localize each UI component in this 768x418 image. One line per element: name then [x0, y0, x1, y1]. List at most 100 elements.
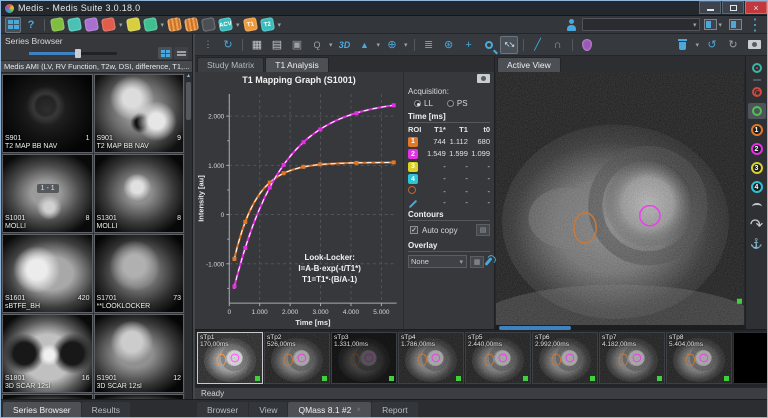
grid-view-button[interactable]	[158, 47, 172, 59]
overlay-grid-button[interactable]: ▦	[470, 256, 484, 268]
series-thumbnail[interactable]: S1601420sBTFE_BH	[2, 234, 93, 313]
table-row[interactable]: - - -	[408, 185, 490, 197]
roi-1-tool-button[interactable]: 1	[748, 122, 766, 138]
table-row[interactable]: 3 - - -	[408, 160, 490, 173]
layers-button[interactable]: ≣	[420, 36, 438, 54]
mri-image-viewport[interactable]	[496, 72, 744, 325]
app-icon-6[interactable]	[142, 17, 157, 32]
filmstrip-thumbnail[interactable]: sTp52.440,00ms	[465, 332, 531, 384]
epicardial-contour-button[interactable]	[748, 84, 766, 100]
hscrollbar-thumb[interactable]	[499, 326, 571, 330]
list-view-button[interactable]	[174, 47, 188, 59]
table-row[interactable]: 4 - - -	[408, 173, 490, 186]
close-button[interactable]: ×	[745, 1, 767, 14]
roi-3-tool-button[interactable]: 3	[748, 160, 766, 176]
tab-t1-analysis[interactable]: T1 Analysis	[265, 57, 328, 72]
wrench-icon[interactable]	[484, 257, 492, 266]
more-options-button[interactable]: ⋮	[747, 17, 763, 33]
tab-series-browser[interactable]: Series Browser	[3, 402, 81, 417]
qmass-button[interactable]: Q	[308, 36, 326, 54]
tab-qmass[interactable]: QMass 8.1 #2×	[288, 402, 371, 417]
chevron-down-icon[interactable]: ▾	[377, 41, 381, 49]
filmstrip-thumbnail[interactable]: sTp85.404,00ms	[666, 332, 732, 384]
filmstrip-thumbnail[interactable]: sTp2526,00ms	[264, 332, 330, 384]
filmstrip-thumbnail[interactable]: sTp1170,00ms	[197, 332, 263, 384]
app-icon-1[interactable]	[50, 17, 65, 32]
measure-tool-button[interactable]: ╱	[529, 36, 547, 54]
cone-tool-button[interactable]: ▲	[356, 36, 374, 54]
endocardial-contour-button[interactable]	[748, 103, 766, 119]
radio-ps[interactable]: PS	[447, 99, 468, 108]
app-icon-8[interactable]	[184, 17, 199, 32]
tab-study-matrix[interactable]: Study Matrix	[197, 57, 264, 72]
toolbar-handle[interactable]: ⋮	[199, 36, 217, 54]
series-thumbnail[interactable]: S170173**LOOKLOCKER	[94, 234, 185, 313]
anchor-button[interactable]: ⚓	[748, 236, 766, 252]
app-icon-acv[interactable]: ACV	[218, 17, 233, 32]
chevron-down-icon[interactable]: ▾	[119, 21, 123, 29]
tab-browser[interactable]: Browser	[197, 402, 248, 417]
t1-mapping-chart[interactable]: 01.0002.0003.0004.0005.000-1.00001.0002.…	[195, 86, 403, 329]
redo-button[interactable]: ↻	[724, 36, 742, 54]
image-hscrollbar[interactable]	[495, 325, 745, 329]
series-thumbnail[interactable]	[94, 394, 185, 399]
zoom-tool-button[interactable]: ↖↘	[500, 36, 518, 54]
delete-button[interactable]	[673, 36, 691, 54]
app-icon-2[interactable]	[67, 17, 82, 32]
app-icon-9[interactable]	[201, 17, 216, 32]
study-matrix-button[interactable]: ▦	[248, 36, 266, 54]
phase-tool-button[interactable]	[748, 60, 766, 76]
curve-arrow-button[interactable]: ↷	[748, 217, 766, 233]
app-icon-3[interactable]	[84, 17, 99, 32]
roi-2-tool-button[interactable]: 2	[748, 141, 766, 157]
settings-gear-button[interactable]: ⊛	[440, 36, 458, 54]
app-icon-t2[interactable]: T2	[260, 17, 275, 32]
chevron-down-icon[interactable]: ▾	[329, 41, 333, 49]
overlay-select[interactable]: None▾	[408, 255, 467, 268]
radio-ll[interactable]: LL	[414, 99, 433, 108]
protect-button[interactable]	[578, 36, 596, 54]
app-icon-t1[interactable]: T1	[243, 17, 258, 32]
roi-4-tool-button[interactable]: 4	[748, 179, 766, 195]
series-thumbnail[interactable]: S13018MOLLI	[94, 154, 185, 233]
app-icon-4[interactable]	[101, 17, 116, 32]
filmstrip-thumbnail[interactable]: sTp62.992,00ms	[532, 332, 598, 384]
tab-view[interactable]: View	[249, 402, 287, 417]
table-row[interactable]: - - -	[408, 197, 490, 208]
chevron-down-icon[interactable]: ▾	[404, 41, 408, 49]
chevron-down-icon[interactable]: ▾	[695, 41, 699, 49]
image-view-button[interactable]: ▣	[288, 36, 306, 54]
table-row[interactable]: 1 744 1.112 680	[408, 135, 490, 148]
globe-tool-button[interactable]: ⊕	[383, 36, 401, 54]
arc-tool-button[interactable]	[748, 198, 766, 214]
contour-tool-button[interactable]: ∩	[549, 36, 567, 54]
app-icon-5[interactable]	[125, 17, 140, 32]
close-icon[interactable]: ×	[356, 405, 361, 414]
filmstrip-thumbnail[interactable]: sTp74.182,00ms	[599, 332, 665, 384]
magnify-tool-button[interactable]	[480, 36, 498, 54]
user-icon[interactable]	[566, 19, 578, 31]
series-thumbnail[interactable]: S9019T2 MAP BB NAV	[94, 74, 185, 153]
tab-report[interactable]: Report	[372, 402, 418, 417]
reset-layout-button[interactable]	[727, 17, 743, 33]
graph-snapshot-button[interactable]	[477, 74, 490, 83]
copy-contours-button[interactable]: ▤	[476, 224, 490, 236]
series-thumbnail[interactable]: 1 - 1 S10018MOLLI	[2, 154, 93, 233]
tab-active-view[interactable]: Active View	[497, 57, 561, 72]
scroll-up-icon[interactable]: ▴	[187, 73, 190, 80]
layout-button[interactable]	[5, 17, 21, 33]
pan-tool-button[interactable]: +	[460, 36, 478, 54]
three-d-button[interactable]: 3D	[336, 36, 354, 54]
reset-view-button[interactable]: ↻	[219, 36, 237, 54]
chevron-down-icon[interactable]: ▾	[161, 21, 165, 29]
series-thumbnail[interactable]	[2, 394, 93, 399]
chevron-down-icon[interactable]: ▾	[236, 21, 240, 29]
series-thumbnail[interactable]: S9011T2 MAP BB NAV	[2, 74, 93, 153]
filmstrip-thumbnail[interactable]: sTp41.786,00ms	[398, 332, 464, 384]
maximize-button[interactable]	[722, 1, 744, 14]
series-scrollbar[interactable]: ▴	[185, 73, 192, 399]
scrollbar-thumb[interactable]	[186, 82, 191, 120]
tab-results[interactable]: Results	[82, 402, 130, 417]
help-button[interactable]: ?	[23, 17, 39, 33]
session-combobox[interactable]: ▾	[582, 18, 700, 31]
